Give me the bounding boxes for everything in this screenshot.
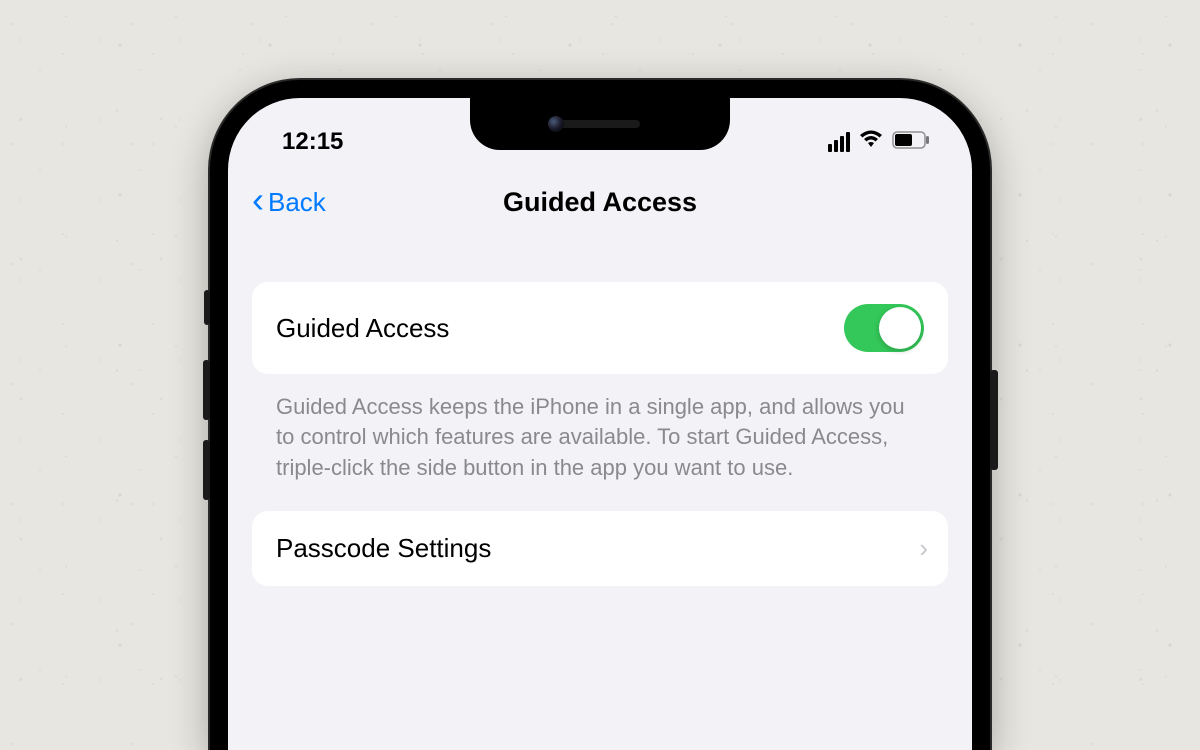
passcode-settings-label: Passcode Settings [276, 533, 491, 564]
screen: 12:15 ‹ Back Guided Access Guided Access [228, 98, 972, 750]
nav-bar: ‹ Back Guided Access [228, 168, 972, 242]
power-button [990, 370, 998, 470]
volume-down-button [203, 440, 210, 500]
guided-access-description: Guided Access keeps the iPhone in a sing… [252, 374, 948, 511]
chevron-left-icon: ‹ [252, 182, 264, 218]
status-time: 12:15 [282, 128, 343, 156]
status-indicators [828, 128, 930, 156]
front-camera [548, 116, 564, 132]
guided-access-label: Guided Access [276, 313, 449, 344]
notch [470, 98, 730, 150]
page-title: Guided Access [503, 187, 697, 218]
toggle-knob [879, 307, 921, 349]
guided-access-toggle[interactable] [844, 304, 924, 352]
back-label: Back [268, 187, 326, 218]
guided-access-toggle-row: Guided Access [252, 282, 948, 374]
battery-icon [892, 128, 930, 156]
phone-frame: 12:15 ‹ Back Guided Access Guided Access [210, 80, 990, 750]
cellular-signal-icon [828, 132, 850, 152]
volume-up-button [203, 360, 210, 420]
back-button[interactable]: ‹ Back [252, 186, 326, 218]
chevron-right-icon: › [919, 533, 928, 564]
passcode-settings-row[interactable]: Passcode Settings › [252, 511, 948, 586]
content: Guided Access Guided Access keeps the iP… [228, 242, 972, 586]
speaker-grille [560, 120, 640, 128]
wifi-icon [858, 128, 884, 156]
mute-switch [204, 290, 210, 325]
